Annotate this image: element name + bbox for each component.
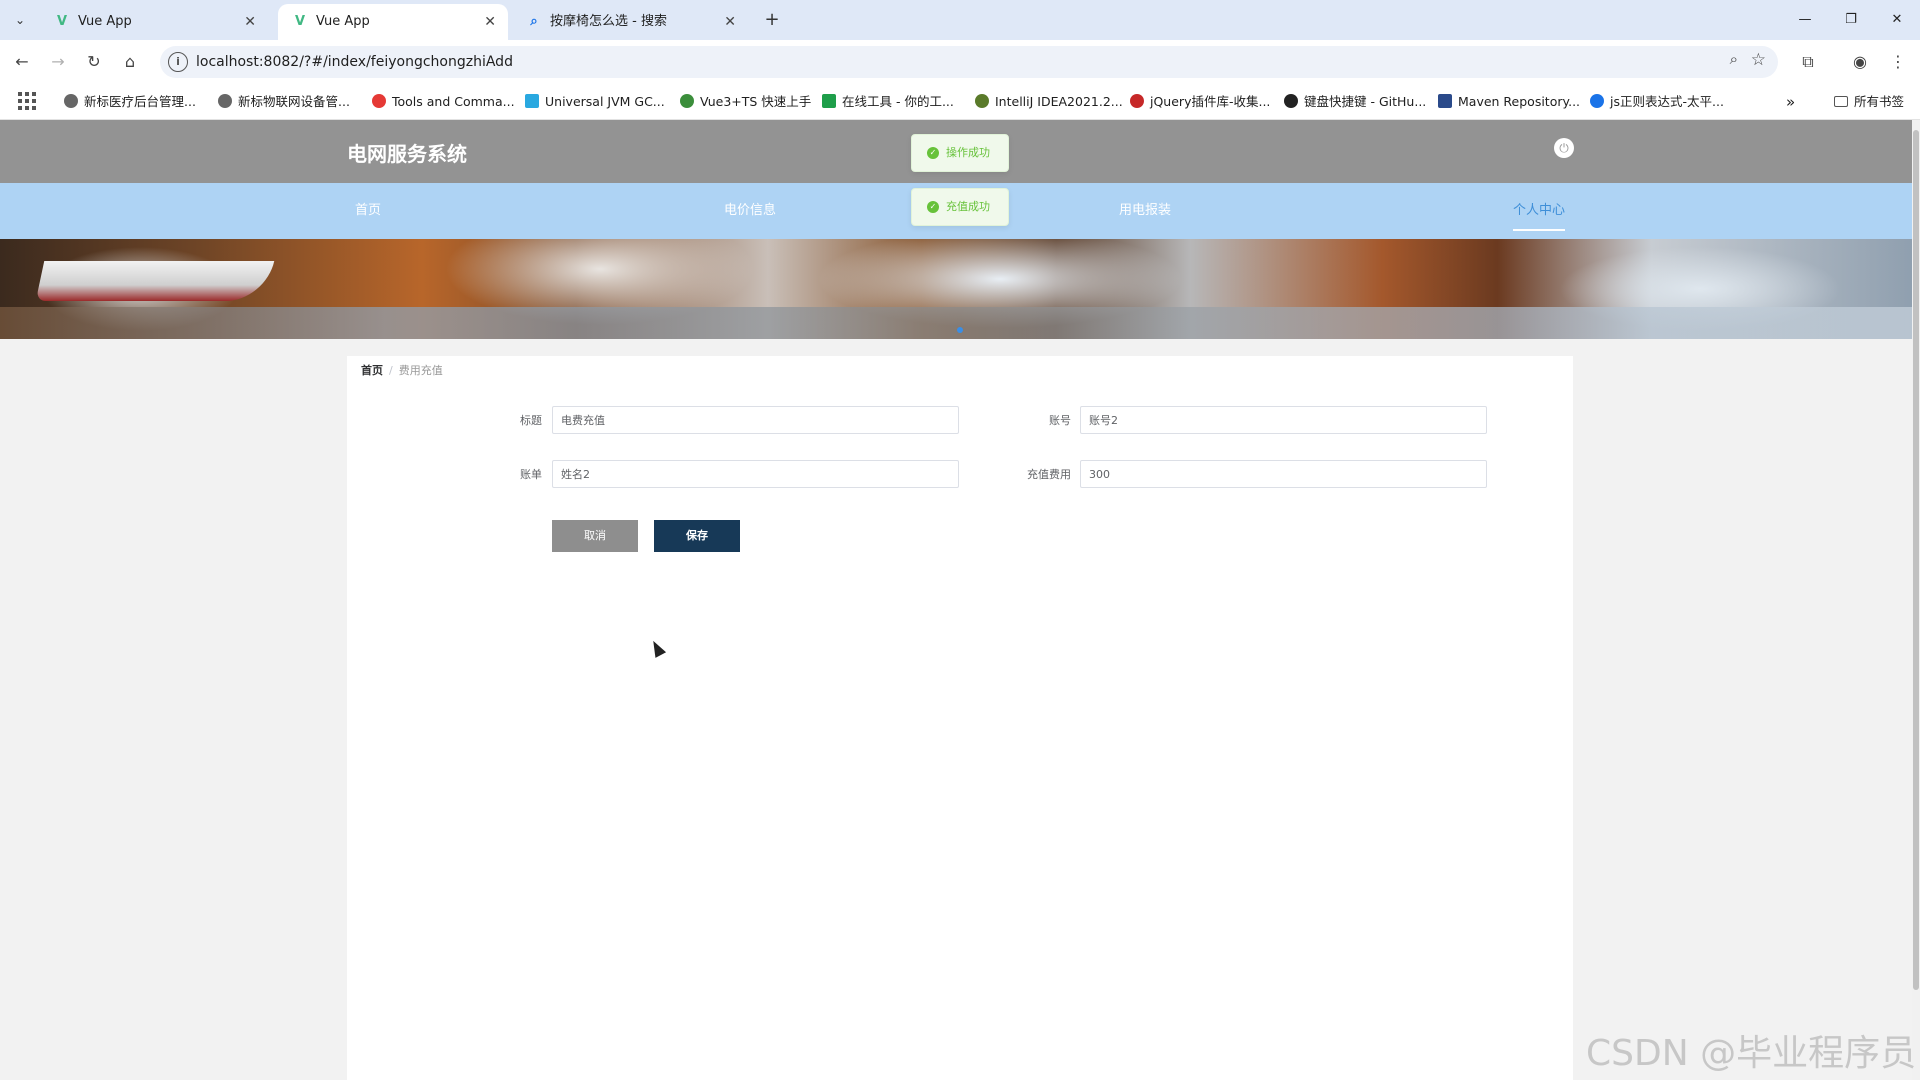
menu-icon[interactable]: ⋮ [1886,50,1910,74]
bookmark-item[interactable]: js正则表达式-太平... [1590,84,1724,120]
breadcrumb-separator: / [389,364,393,377]
restore-icon[interactable]: ❐ [1828,0,1874,40]
breadcrumb: 首页 / 费用充值 [361,362,443,378]
site-title: 电网服务系统 [347,142,467,166]
watermark: CSDN @毕业程序员 [1586,1033,1917,1074]
power-icon[interactable]: ⏻ [1554,138,1574,158]
folder-icon [1834,96,1848,107]
vue-icon: V [294,14,306,29]
page-scrollbar[interactable] [1912,120,1920,1080]
breadcrumb-current: 费用充值 [398,364,443,377]
back-icon[interactable]: ← [10,50,34,74]
banner-image-boat [35,261,275,301]
title-input[interactable] [552,406,959,434]
bookmark-favicon [1130,94,1144,108]
nav-item-personal-center[interactable]: 个人中心 [1513,183,1566,239]
browser-tab-1[interactable]: V Vue App ✕ [40,4,268,40]
home-icon[interactable]: ⌂ [118,50,142,74]
bookmark-item[interactable]: 在线工具 - 你的工... [822,84,954,120]
nav-item-home[interactable]: 首页 [355,183,381,239]
bill-label: 账单 [520,468,542,481]
account-input[interactable] [1080,406,1487,434]
toast-operation-success: ✓ 操作成功 [911,134,1009,172]
zoom-icon[interactable]: ⌕ [1730,50,1738,68]
bookmark-star-icon[interactable]: ☆ [1751,50,1766,70]
vue-icon: V [56,14,68,29]
banner-image-dock [0,307,1920,339]
window-close-icon[interactable]: ✕ [1874,0,1920,40]
bookmark-favicon [975,94,989,108]
save-button[interactable]: 保存 [654,520,740,552]
profile-icon[interactable]: ◉ [1848,50,1872,74]
bookmarks-overflow-button[interactable]: » [1786,84,1795,120]
extensions-icon[interactable]: ⧉ [1796,50,1820,74]
breadcrumb-home[interactable]: 首页 [361,364,383,377]
bookmark-item[interactable]: Universal JVM GC... [525,84,665,120]
bookmark-item[interactable]: IntelliJ IDEA2021.2... [975,84,1123,120]
content-panel: 首页 / 费用充值 标题 账号 账单 充值费用 取消 保存 [347,356,1573,1080]
browser-tab-2[interactable]: V Vue App ✕ [278,4,508,40]
address-bar[interactable]: i localhost:8082/?#/index/feiyongchongzh… [160,46,1778,78]
bookmark-favicon [372,94,386,108]
tab-title: 按摩椅怎么选 - 搜索 [550,14,667,29]
apps-icon[interactable] [18,92,36,110]
tab-title: Vue App [316,14,370,29]
bookmark-item[interactable]: jQuery插件库-收集... [1130,84,1270,120]
check-circle-icon: ✓ [927,201,939,213]
browser-tab-3[interactable]: ⌕ 按摩椅怎么选 - 搜索 ✕ [512,4,748,40]
browser-tab-bar: ⌄ V Vue App ✕ V Vue App ✕ ⌕ 按摩椅怎么选 - 搜索 ✕ +… [0,0,1920,40]
minimize-icon[interactable]: — [1782,0,1828,40]
globe-icon [218,94,232,108]
tab-title: Vue App [78,14,132,29]
bookmark-favicon [680,94,694,108]
bookmark-item[interactable]: Tools and Comma... [372,84,515,120]
url-text[interactable]: localhost:8082/?#/index/feiyongchongzhiA… [196,46,513,78]
cancel-button[interactable]: 取消 [552,520,638,552]
search-icon: ⌕ [530,14,538,29]
bookmark-favicon [1438,94,1452,108]
bookmark-item[interactable]: Vue3+TS 快速上手 [680,84,811,120]
globe-icon [64,94,78,108]
bookmark-item[interactable]: Maven Repository... [1438,84,1580,120]
banner-carousel[interactable] [0,239,1920,339]
account-label: 账号 [1049,414,1071,427]
recharge-amount-label: 充值费用 [1027,468,1071,481]
new-tab-button[interactable]: + [758,6,786,34]
close-icon[interactable]: ✕ [724,4,736,40]
title-label: 标题 [520,414,542,427]
forward-icon[interactable]: → [46,50,70,74]
all-bookmarks-button[interactable]: 所有书签 [1834,84,1904,120]
check-circle-icon: ✓ [927,147,939,159]
reload-icon[interactable]: ↻ [82,50,106,74]
bookmark-item[interactable]: 新标医疗后台管理... [64,84,196,120]
tab-search-button[interactable]: ⌄ [10,10,30,30]
web-page: 电网服务系统 ⏻ 首页 电价信息 用电报装 个人中心 首页 / 费用充值 标题 账号… [0,120,1920,1080]
bill-input[interactable] [552,460,959,488]
close-icon[interactable]: ✕ [244,4,256,40]
site-info-icon[interactable]: i [168,52,188,72]
nav-item-price-info[interactable]: 电价信息 [724,183,776,239]
browser-toolbar: ← → ↻ ⌂ i localhost:8082/?#/index/feiyon… [0,40,1920,84]
toast-recharge-success: ✓ 充值成功 [911,188,1009,226]
recharge-amount-input[interactable] [1080,460,1487,488]
bookmark-item[interactable]: 键盘快捷键 - GitHu... [1284,84,1426,120]
github-icon [1284,94,1298,108]
nav-item-installation[interactable]: 用电报装 [1119,183,1171,239]
bookmark-favicon [822,94,836,108]
bookmark-item[interactable]: 新标物联网设备管... [218,84,350,120]
carousel-indicator[interactable] [957,327,963,333]
bookmark-favicon [1590,94,1604,108]
scrollbar-thumb[interactable] [1913,130,1919,990]
close-icon[interactable]: ✕ [484,4,496,40]
bookmark-favicon [525,94,539,108]
bookmarks-bar: 新标医疗后台管理... 新标物联网设备管... Tools and Comma.… [0,84,1920,120]
